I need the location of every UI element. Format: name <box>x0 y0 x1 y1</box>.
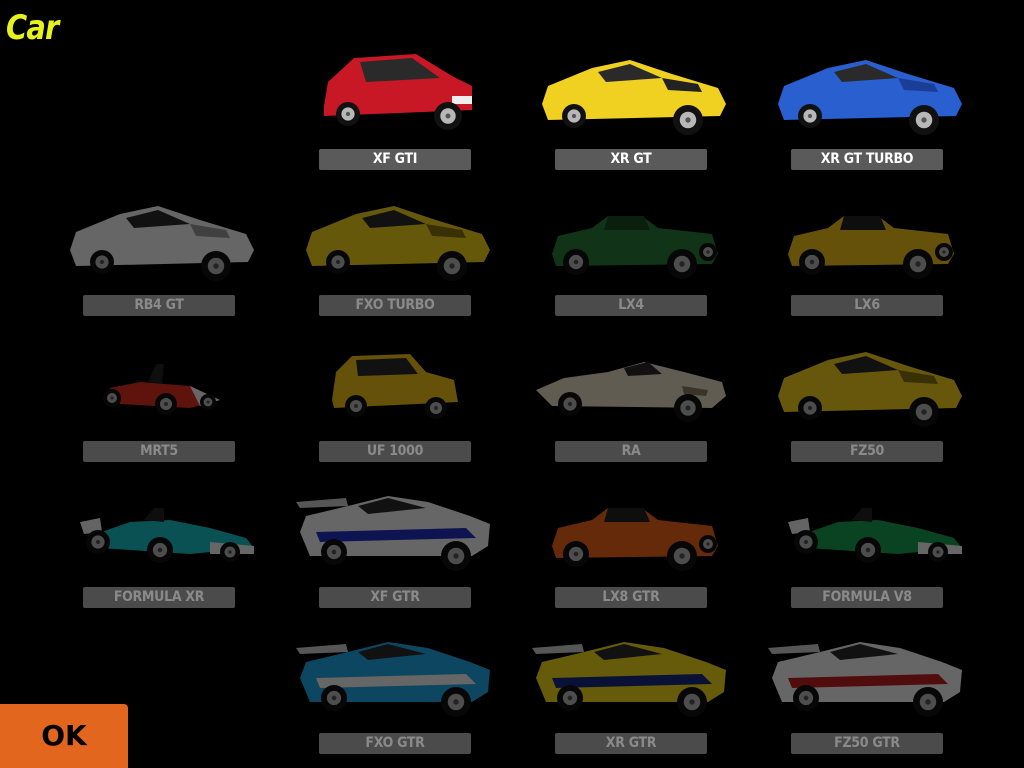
car-name-label[interactable]: XF GTR <box>319 587 471 608</box>
car-image[interactable] <box>276 316 512 440</box>
car-option-xf-gti[interactable]: XF GTI <box>276 24 512 170</box>
car-name-label[interactable]: FXO GTR <box>319 733 471 754</box>
car-image[interactable] <box>40 170 276 294</box>
car-option-xr-gt-turbo[interactable]: XR GT TURBO <box>748 24 984 170</box>
car-name-label[interactable]: XF GTI <box>319 149 471 170</box>
car-name-label[interactable]: FORMULA XR <box>83 587 235 608</box>
car-name-label[interactable]: FXO TURBO <box>319 295 471 316</box>
car-name-label[interactable]: FZ50 <box>791 441 943 462</box>
car-image[interactable] <box>276 170 512 294</box>
car-image[interactable] <box>748 462 984 586</box>
car-option-fxo-gtr[interactable]: FXO GTR <box>276 608 512 754</box>
car-image[interactable] <box>512 608 748 732</box>
car-name-label[interactable]: UF 1000 <box>319 441 471 462</box>
car-image[interactable] <box>748 24 984 148</box>
car-name-label[interactable]: LX6 <box>791 295 943 316</box>
car-option-fz50-gtr[interactable]: FZ50 GTR <box>748 608 984 754</box>
car-select-screen: Car XF GTI XR GT XR GT TURBO RB4 GT FXO … <box>0 0 1024 768</box>
car-option-xf-gtr[interactable]: XF GTR <box>276 462 512 608</box>
car-option-xr-gt[interactable]: XR GT <box>512 24 748 170</box>
screen-title: Car <box>6 8 59 48</box>
car-option-fxo-turbo[interactable]: FXO TURBO <box>276 170 512 316</box>
car-name-label[interactable]: FORMULA V8 <box>791 587 943 608</box>
car-option-formula-xr[interactable]: FORMULA XR <box>40 462 276 608</box>
car-option-fz50[interactable]: FZ50 <box>748 316 984 462</box>
car-option-ra[interactable]: RA <box>512 316 748 462</box>
car-image[interactable] <box>40 462 276 586</box>
car-image[interactable] <box>512 462 748 586</box>
car-image[interactable] <box>748 170 984 294</box>
car-option-rb4-gt[interactable]: RB4 GT <box>40 170 276 316</box>
car-image[interactable] <box>276 608 512 732</box>
car-name-label[interactable]: RB4 GT <box>83 295 235 316</box>
car-name-label[interactable]: FZ50 GTR <box>791 733 943 754</box>
car-name-label[interactable]: LX8 GTR <box>555 587 707 608</box>
car-name-label[interactable]: XR GT TURBO <box>791 149 943 170</box>
ok-button[interactable]: OK <box>0 704 128 768</box>
car-image[interactable] <box>748 608 984 732</box>
car-option-lx8-gtr[interactable]: LX8 GTR <box>512 462 748 608</box>
car-option-uf-1000[interactable]: UF 1000 <box>276 316 512 462</box>
car-image[interactable] <box>512 316 748 440</box>
car-name-label[interactable]: LX4 <box>555 295 707 316</box>
car-image[interactable] <box>512 24 748 148</box>
car-name-label[interactable]: XR GTR <box>555 733 707 754</box>
car-image[interactable] <box>40 316 276 440</box>
car-image[interactable] <box>748 316 984 440</box>
car-image[interactable] <box>276 462 512 586</box>
car-name-label[interactable]: MRT5 <box>83 441 235 462</box>
car-option-lx4[interactable]: LX4 <box>512 170 748 316</box>
car-name-label[interactable]: RA <box>555 441 707 462</box>
car-option-lx6[interactable]: LX6 <box>748 170 984 316</box>
car-option-xr-gtr[interactable]: XR GTR <box>512 608 748 754</box>
car-image[interactable] <box>276 24 512 148</box>
car-image[interactable] <box>512 170 748 294</box>
car-option-mrt5[interactable]: MRT5 <box>40 316 276 462</box>
car-option-formula-v8[interactable]: FORMULA V8 <box>748 462 984 608</box>
car-name-label[interactable]: XR GT <box>555 149 707 170</box>
